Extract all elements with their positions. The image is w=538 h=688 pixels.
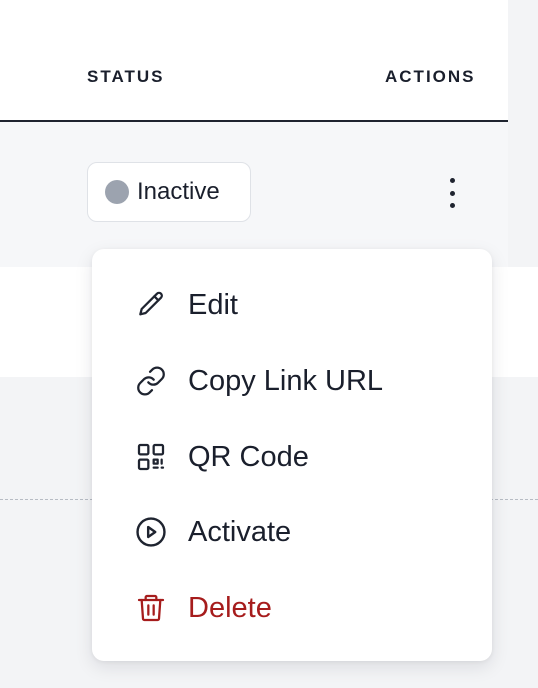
more-actions-icon[interactable] [440,178,464,208]
table-header: STATUS ACTIONS [0,0,508,122]
menu-item-label: Delete [188,591,272,624]
menu-item-qr-code[interactable]: QR Code [92,427,492,487]
status-badge: Inactive [87,162,251,222]
menu-item-edit[interactable]: Edit [92,275,492,335]
trash-icon [134,591,168,625]
menu-item-label: Copy Link URL [188,364,384,397]
menu-item-activate[interactable]: Activate [92,502,492,562]
link-icon [134,364,168,398]
actions-menu: Edit Copy Link URL QR Code Activate Dele… [92,249,492,661]
status-dot-icon [105,180,129,204]
menu-item-label: Edit [188,288,238,321]
status-column-header: STATUS [87,67,165,86]
menu-item-label: QR Code [188,440,309,473]
status-label: Inactive [137,178,220,205]
table-row [0,122,508,267]
menu-item-delete[interactable]: Delete [92,578,492,638]
pencil-icon [134,288,168,322]
menu-item-copy-link-url[interactable]: Copy Link URL [92,351,492,411]
actions-column-header: ACTIONS [385,67,476,86]
qr-code-icon [134,440,168,474]
play-circle-icon [134,515,168,549]
menu-item-label: Activate [188,515,292,548]
